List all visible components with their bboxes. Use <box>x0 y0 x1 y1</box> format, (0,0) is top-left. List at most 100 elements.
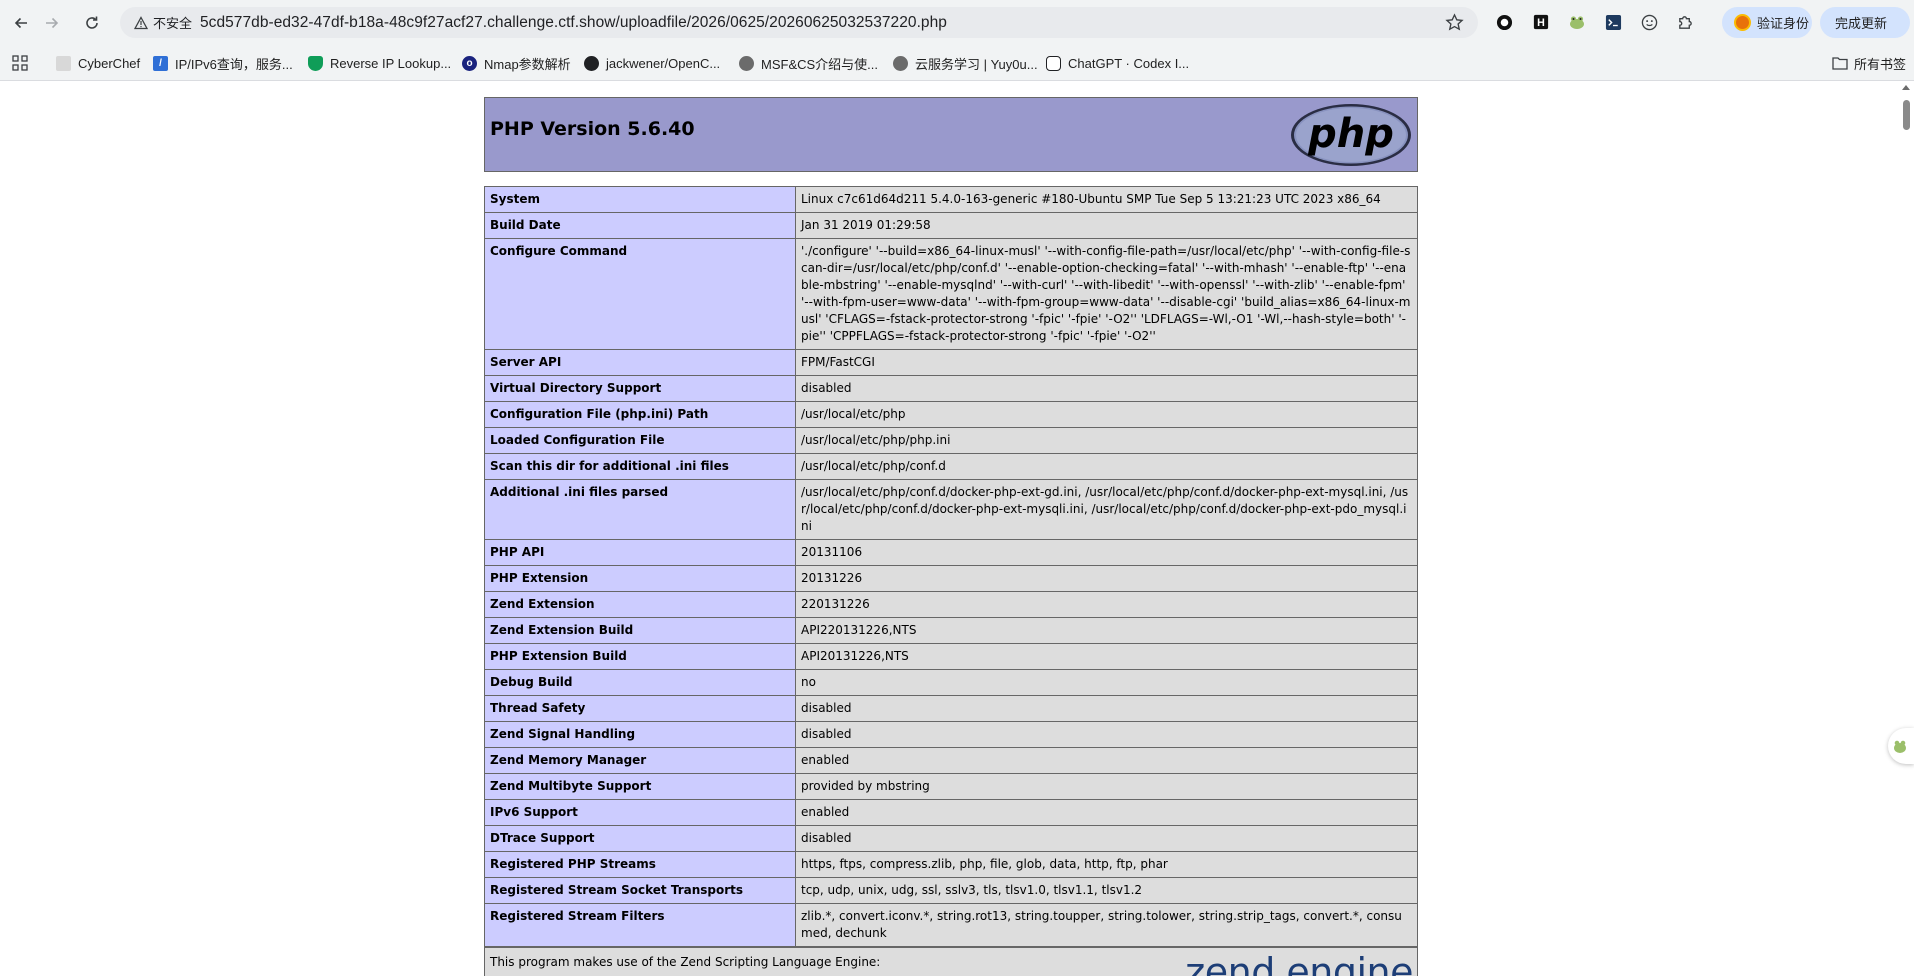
chef-hat-icon <box>56 55 71 71</box>
bookmark-label: CyberChef <box>78 55 141 71</box>
bookmark-label: jackwener/OpenC... <box>606 55 721 71</box>
row-value: API220131226,NTS <box>795 617 1418 644</box>
arrow-right-icon <box>46 17 59 29</box>
php-logo-icon[interactable]: php <box>1289 102 1413 168</box>
row-key: Configuration File (php.ini) Path <box>484 401 796 428</box>
table-row: Zend Extension 220131226 <box>484 591 1418 618</box>
zend-engine-box: This program makes use of the Zend Scrip… <box>484 947 1418 976</box>
bookmark-item[interactable]: jackwener/OpenC... <box>584 53 720 73</box>
table-row: PHP Extension 20131226 <box>484 565 1418 592</box>
table-row: Scan this dir for additional .ini files /… <box>484 453 1418 480</box>
table-row: Configuration File (php.ini) Path/usr/lo… <box>484 401 1418 428</box>
side-panel-toggle[interactable] <box>1888 728 1914 764</box>
bookmark-label: 云服务学习 | Yuy0u... <box>915 56 1038 72</box>
row-value: './configure' '--build=x86_64-linux-musl… <box>795 238 1418 350</box>
ip-lookup-icon: / <box>153 55 168 71</box>
zend-engine-logo[interactable]: zend engine <box>1185 952 1413 976</box>
row-key: Debug Build <box>484 669 796 696</box>
row-key: Zend Extension <box>484 591 796 618</box>
frog-widget-icon <box>1894 740 1906 753</box>
zend-engine-text: This program makes use of the Zend Scrip… <box>490 955 881 969</box>
row-key: Virtual Directory Support <box>484 375 796 402</box>
row-key: Zend Signal Handling <box>484 721 796 748</box>
row-key: Loaded Configuration File <box>484 427 796 454</box>
frog-extension-icon[interactable] <box>1568 13 1586 31</box>
row-value: 220131226 <box>795 591 1418 618</box>
url-text[interactable]: 5cd577db-ed32-47df-b18a-48c9f27acf27.cha… <box>200 14 947 32</box>
all-bookmarks-folder[interactable]: 所有书签 <box>1832 53 1906 73</box>
row-key: PHP Extension Build <box>484 643 796 670</box>
row-key: Configure Command <box>484 238 796 350</box>
bookmark-label: Reverse IP Lookup... <box>330 55 452 71</box>
vertical-scrollbar[interactable] <box>1899 82 1914 976</box>
finish-update-button[interactable]: 完成更新 <box>1820 7 1910 38</box>
face-extension-icon[interactable] <box>1640 13 1658 31</box>
row-key: Registered Stream Socket Transports <box>484 877 796 904</box>
table-row: Zend Signal Handling disabled <box>484 721 1418 748</box>
row-key: DTrace Support <box>484 825 796 852</box>
row-key: Zend Multibyte Support <box>484 773 796 800</box>
warning-icon <box>134 15 148 29</box>
record-extension-icon[interactable] <box>1495 13 1513 31</box>
row-value: provided by mbstring <box>795 773 1418 800</box>
bookmark-item[interactable]: MSF&CS介绍与使... <box>739 53 878 73</box>
row-key: PHP API <box>484 539 796 566</box>
bookmark-item[interactable]: o Nmap参数解析 <box>462 53 571 73</box>
reload-icon <box>86 16 98 29</box>
verify-identity-button[interactable]: 验证身份 <box>1722 7 1812 38</box>
row-value: API20131226,NTS <box>795 643 1418 670</box>
bookmark-label: Nmap参数解析 <box>484 56 571 72</box>
terminal-extension-icon[interactable] <box>1604 13 1622 31</box>
table-row: Additional .ini files parsed/usr/local/e… <box>484 479 1418 540</box>
row-key: System <box>484 186 796 213</box>
scroll-up-arrow-icon[interactable] <box>1902 85 1910 90</box>
row-value: tcp, udp, unix, udg, ssl, sslv3, tls, tl… <box>795 877 1418 904</box>
table-row: Zend Memory Manager enabled <box>484 747 1418 774</box>
row-value: disabled <box>795 695 1418 722</box>
bookmark-item[interactable]: Reverse IP Lookup... <box>308 53 451 73</box>
address-bar[interactable]: 不安全 5cd577db-ed32-47df-b18a-48c9f27acf27… <box>120 7 1478 38</box>
bookmark-item[interactable]: ChatGPT · Codex I... <box>1046 53 1189 73</box>
row-value: no <box>795 669 1418 696</box>
table-row: PHP API 20131106 <box>484 539 1418 566</box>
row-value: disabled <box>795 721 1418 748</box>
reload-button[interactable] <box>78 9 106 37</box>
update-label: 完成更新 <box>1835 16 1888 31</box>
forward-button[interactable] <box>38 9 66 37</box>
all-bookmarks-label: 所有书签 <box>1854 56 1907 72</box>
row-value: /usr/local/etc/php/conf.d/docker-php-ext… <box>795 479 1418 540</box>
openai-icon <box>1046 55 1061 71</box>
table-row: Loaded Configuration File/usr/local/etc/… <box>484 427 1418 454</box>
php-logo-text: php <box>1307 111 1394 157</box>
verify-label: 验证身份 <box>1757 16 1810 31</box>
avatar-icon <box>893 55 908 71</box>
avatar-icon <box>739 55 754 71</box>
php-info-rows: System Linux c7c61d64d211 5.4.0-163-gener… <box>484 186 1418 947</box>
table-row: IPv6 Support enabled <box>484 799 1418 826</box>
star-icon[interactable] <box>1445 13 1464 32</box>
back-button[interactable] <box>7 9 35 37</box>
page-title: PHP Version 5.6.40 <box>490 118 695 140</box>
table-row: Zend Multibyte Support provided by mbstri… <box>484 773 1418 800</box>
row-key: Additional .ini files parsed <box>484 479 796 540</box>
table-row: Registered PHP Streams https, ftps, compr… <box>484 851 1418 878</box>
row-value: 20131106 <box>795 539 1418 566</box>
row-key: Server API <box>484 349 796 376</box>
bookmark-item[interactable]: / IP/IPv6查询，服务... <box>153 53 293 73</box>
bookmark-item[interactable]: CyberChef <box>56 53 140 73</box>
table-row: DTrace Support disabled <box>484 825 1418 852</box>
apps-grid-icon[interactable] <box>12 55 28 71</box>
row-value: FPM/FastCGI <box>795 349 1418 376</box>
security-label: 不安全 <box>153 16 193 31</box>
folder-icon <box>1832 57 1848 70</box>
security-chip[interactable]: 不安全 <box>128 12 200 33</box>
table-row: System Linux c7c61d64d211 5.4.0-163-gener… <box>484 186 1418 213</box>
row-key: PHP Extension <box>484 565 796 592</box>
row-key: Zend Memory Manager <box>484 747 796 774</box>
page-viewport: PHP Version 5.6.40 php System Linux c7c61… <box>0 82 1914 976</box>
bookmark-item[interactable]: 云服务学习 | Yuy0u... <box>893 53 1038 73</box>
table-row: Debug Build no <box>484 669 1418 696</box>
scrollbar-thumb[interactable] <box>1903 100 1910 130</box>
puzzle-extensions-icon[interactable] <box>1676 13 1694 31</box>
h-extension-icon[interactable]: H <box>1532 13 1550 31</box>
